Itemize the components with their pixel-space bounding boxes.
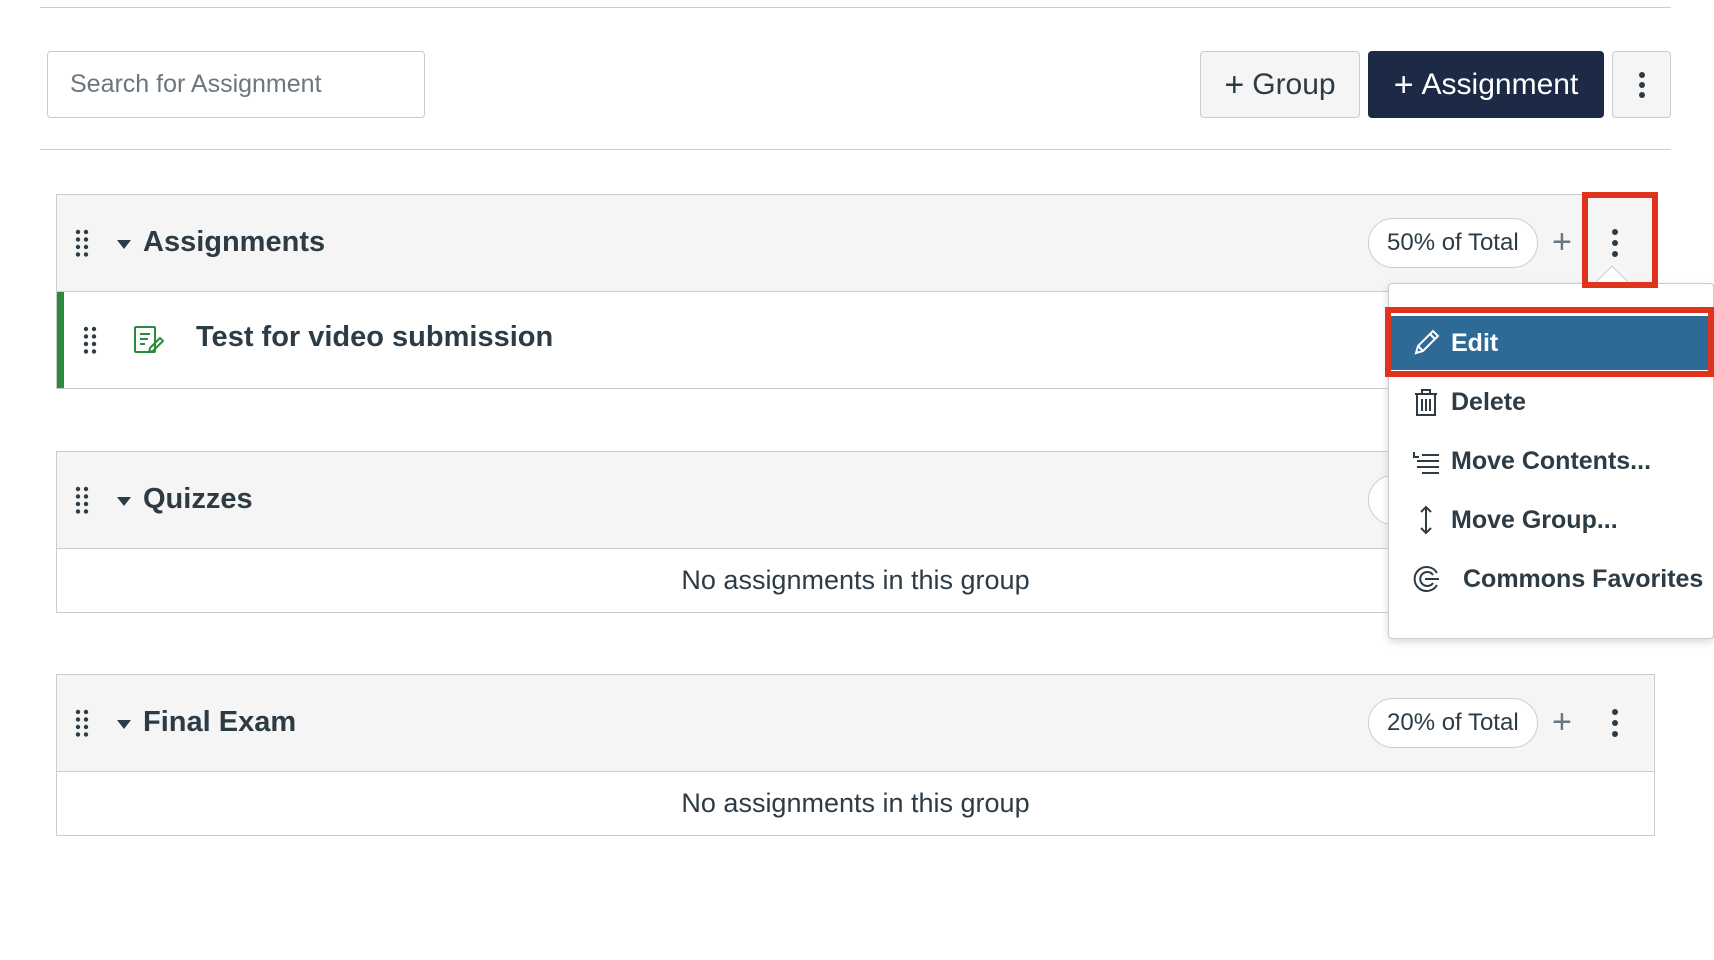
group-title: Assignments bbox=[143, 226, 326, 258]
plus-icon: + bbox=[1393, 65, 1414, 104]
move-contents-icon bbox=[1411, 446, 1441, 476]
commons-icon bbox=[1411, 564, 1441, 594]
toolbar-divider bbox=[40, 149, 1671, 150]
trash-icon bbox=[1411, 387, 1441, 417]
add-group-label: Group bbox=[1252, 67, 1336, 101]
group-weight-badge: 20% of Total bbox=[1368, 698, 1538, 748]
menu-item-label: Move Group... bbox=[1451, 505, 1618, 534]
published-indicator bbox=[57, 292, 64, 388]
menu-item-label: Commons Favorites bbox=[1463, 564, 1704, 593]
drag-handle-icon[interactable] bbox=[83, 326, 97, 354]
drag-handle-icon[interactable] bbox=[75, 229, 89, 257]
add-assignment-button[interactable]: + Assignment bbox=[1368, 51, 1604, 118]
page-options-button[interactable] bbox=[1612, 51, 1671, 118]
add-to-group-icon[interactable]: + bbox=[1552, 225, 1572, 259]
plus-icon: + bbox=[1224, 65, 1245, 104]
group-header: Final Exam 20% of Total + bbox=[57, 675, 1654, 772]
group-options-icon[interactable] bbox=[1610, 228, 1620, 258]
move-vertical-icon bbox=[1411, 505, 1441, 535]
assignment-group-final-exam: Final Exam 20% of Total + No assignments… bbox=[56, 674, 1655, 836]
assignment-icon bbox=[132, 324, 165, 356]
collapse-caret-icon[interactable] bbox=[117, 720, 131, 729]
empty-group-message: No assignments in this group bbox=[681, 788, 1030, 818]
menu-item-edit[interactable]: Edit bbox=[1389, 316, 1713, 370]
collapse-caret-icon[interactable] bbox=[117, 240, 131, 249]
menu-item-label: Move Contents... bbox=[1451, 446, 1652, 475]
top-divider bbox=[40, 7, 1671, 8]
assignment-title[interactable]: Test for video submission bbox=[196, 321, 553, 354]
menu-item-move-contents[interactable]: Move Contents... bbox=[1389, 434, 1713, 488]
group-header: Assignments 50% of Total + bbox=[57, 195, 1654, 292]
menu-item-delete[interactable]: Delete bbox=[1389, 375, 1713, 429]
group-options-menu: Edit Delete Move Contents... Move Group.… bbox=[1388, 283, 1714, 639]
add-assignment-label: Assignment bbox=[1421, 67, 1579, 101]
drag-handle-icon[interactable] bbox=[75, 709, 89, 737]
menu-item-label: Edit bbox=[1451, 328, 1499, 357]
add-to-group-icon[interactable]: + bbox=[1552, 705, 1572, 739]
add-group-button[interactable]: + Group bbox=[1200, 51, 1360, 118]
kebab-icon bbox=[1638, 71, 1645, 98]
menu-item-commons-favorites[interactable]: Commons Favorites bbox=[1389, 552, 1713, 606]
search-input[interactable] bbox=[47, 51, 425, 118]
collapse-caret-icon[interactable] bbox=[117, 497, 131, 506]
group-title: Final Exam bbox=[143, 706, 297, 738]
menu-item-label: Delete bbox=[1451, 387, 1527, 416]
menu-item-move-group[interactable]: Move Group... bbox=[1389, 493, 1713, 547]
group-title: Quizzes bbox=[143, 483, 253, 515]
group-options-icon[interactable] bbox=[1610, 708, 1620, 738]
group-weight-badge: 50% of Total bbox=[1368, 218, 1538, 268]
pencil-icon bbox=[1411, 328, 1441, 358]
drag-handle-icon[interactable] bbox=[75, 486, 89, 514]
